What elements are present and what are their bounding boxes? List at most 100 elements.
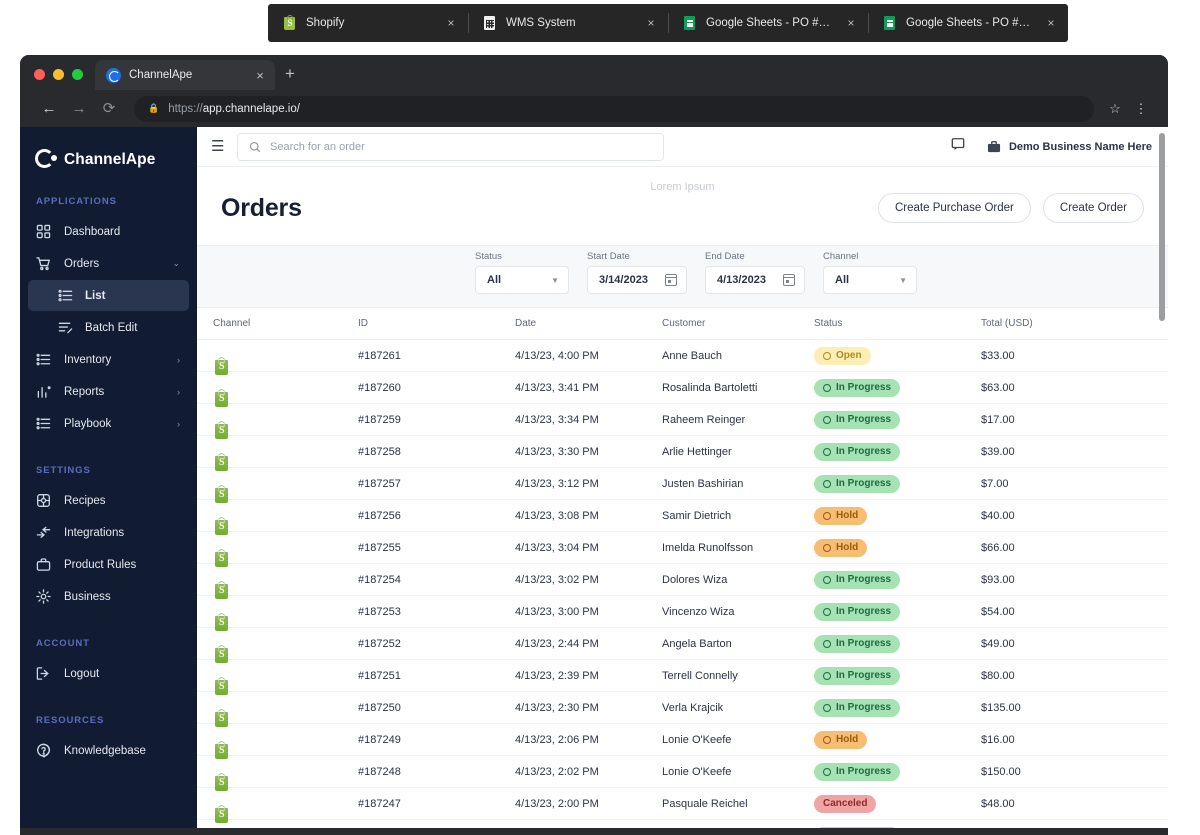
filter-start-date[interactable]: 3/14/2023 [587,266,687,294]
status-badge-label: In Progress [836,382,892,393]
sidebar-item-dashboard[interactable]: Dashboard [28,216,189,247]
cell-customer: Lonie O'Keefe [662,765,732,778]
reload-icon[interactable]: ⟳ [94,101,124,116]
cell-date: 4/13/23, 3:00 PM [515,605,599,618]
table-row[interactable]: #187252 4/13/23, 2:44 PM Angela Barton In P… [197,628,1168,663]
sidebar-nav: APPLICATIONS Dashboard Orders ⌄ List Batch Ed… [20,196,197,766]
minimize-window-button[interactable] [53,69,64,80]
app-switcher-tab[interactable]: Google Sheets - PO #835325 × [668,4,868,42]
watermark-text: Lorem Ipsum [650,181,715,193]
sidebar-item-business[interactable]: Business [28,581,189,612]
app-switcher-tab[interactable]: WMS System × [468,4,668,42]
close-icon[interactable]: × [253,69,267,82]
close-icon[interactable]: × [644,17,658,29]
status-badge: In Progress [814,570,901,589]
cell-total: $7.00 [981,477,1009,490]
sidebar-item-list[interactable]: List [28,280,189,311]
app-switcher-tab[interactable]: Google Sheets - PO #835325 × [868,4,1068,42]
cell-total: $48.00 [981,797,1015,810]
table-row[interactable]: #187253 4/13/23, 3:00 PM Vincenzo Wiza In P… [197,596,1168,631]
column-header-total-usd: Total (USD) [981,318,1033,329]
new-tab-button[interactable]: + [275,65,305,90]
status-dot-icon [823,351,831,360]
search-input[interactable]: Search for an order [237,132,664,161]
cell-status: Canceled [814,794,981,813]
google-sheets-icon [882,15,897,31]
sidebar-item-orders[interactable]: Orders ⌄ [28,248,189,279]
browser-tab-label: ChannelApe [129,69,193,81]
address-bar[interactable]: 🔒 https://app.channelape.io/ [134,95,1094,122]
google-sheets-icon [682,15,697,31]
status-badge: In Progress [814,666,901,685]
browser-menu-icon[interactable]: ⋮ [1128,101,1154,117]
sidebar-item-integrations[interactable]: Integrations [28,517,189,548]
app-logo[interactable]: ChannelApe [20,143,197,170]
table-row[interactable]: #187249 4/13/23, 2:06 PM Lonie O'Keefe Hold… [197,724,1168,759]
filter-channel[interactable]: All ▼ [823,266,917,294]
forward-icon[interactable]: → [64,101,94,116]
table-row[interactable]: #187254 4/13/23, 3:02 PM Dolores Wiza In Pr… [197,564,1168,599]
sidebar-item-knowledgebase[interactable]: Knowledgebase [28,735,189,766]
close-window-button[interactable] [34,69,45,80]
cell-date: 4/13/23, 3:02 PM [515,573,599,586]
sidebar-section-label: APPLICATIONS [36,196,117,207]
close-icon[interactable]: × [444,17,458,29]
table-row[interactable]: #187250 4/13/23, 2:30 PM Verla Krajcik In P… [197,692,1168,727]
table-row[interactable]: #187247 4/13/23, 2:00 PM Pasquale Reichel C… [197,788,1168,823]
table-row[interactable]: #187261 4/13/23, 4:00 PM Anne Bauch Open $33… [197,340,1168,375]
table-row[interactable]: #187259 4/13/23, 3:34 PM Raheem Reinger In … [197,404,1168,439]
table-row[interactable]: #187255 4/13/23, 3:04 PM Imelda Runolfsson… [197,532,1168,567]
status-dot-icon [823,735,831,744]
table-row[interactable]: #187257 4/13/23, 3:12 PM Justen Bashirian I… [197,468,1168,503]
filter-end-date[interactable]: 4/13/2023 [705,266,805,294]
sidebar-item-recipes[interactable]: Recipes [28,485,189,516]
sidebar-item-label: Inventory [64,353,112,366]
create-purchase-order-button[interactable]: Create Purchase Order [878,193,1031,223]
maximize-window-button[interactable] [72,69,83,80]
cell-status: Open [814,346,981,365]
create-order-button[interactable]: Create Order [1042,193,1144,223]
sidebar-item-reports[interactable]: Reports › [28,376,189,407]
business-selector[interactable]: Demo Business Name Here [987,140,1152,153]
table-row[interactable]: #187251 4/13/23, 2:39 PM Terrell Connelly I… [197,660,1168,695]
scrollbar-thumb[interactable] [1159,133,1165,321]
horizontal-scrollbar[interactable] [20,828,1168,835]
hamburger-icon[interactable]: ☰ [211,139,233,154]
cell-order-id: #187256 [358,509,401,522]
status-dot-icon [823,415,831,424]
status-badge: In Progress [814,410,901,429]
calendar-icon[interactable] [664,274,678,286]
filter-group-channel: Channel All ▼ [823,251,917,294]
gear-icon [36,588,52,605]
sidebar-item-product-rules[interactable]: Product Rules [28,549,189,580]
dashboard-icon [36,224,52,240]
cell-total: $93.00 [981,573,1015,586]
cell-date: 4/13/23, 2:06 PM [515,733,599,746]
back-icon[interactable]: ← [34,101,64,116]
cell-order-id: #187260 [358,381,401,394]
browser-tab-channelape[interactable]: ChannelApe × [95,60,275,90]
sidebar-item-playbook[interactable]: Playbook › [28,408,189,439]
cell-status: In Progress [814,602,981,621]
table-row[interactable]: #187256 4/13/23, 3:08 PM Samir Dietrich Hol… [197,500,1168,535]
filter-status[interactable]: All ▼ [475,266,569,294]
sidebar-item-logout[interactable]: Logout [28,658,189,689]
app-switcher-tab[interactable]: Shopify × [268,4,468,42]
app-switcher-tab-label: WMS System [506,17,576,29]
vertical-scrollbar[interactable] [1158,127,1166,835]
close-icon[interactable]: × [844,17,858,29]
table-row[interactable]: #187258 4/13/23, 3:30 PM Arlie Hettinger In… [197,436,1168,471]
briefcase-icon [987,141,1001,153]
search-icon [249,141,261,152]
chat-icon[interactable] [951,137,965,156]
calendar-icon[interactable] [782,274,796,286]
close-icon[interactable]: × [1044,17,1058,29]
bookmark-star-icon[interactable]: ☆ [1102,101,1128,117]
sidebar-item-batch-edit[interactable]: Batch Edit [28,312,189,343]
channelape-logo-icon [35,149,57,170]
cell-total: $66.00 [981,541,1015,554]
sidebar-item-inventory[interactable]: Inventory › [28,344,189,375]
table-row[interactable]: #187260 4/13/23, 3:41 PM Rosalinda Bartole… [197,372,1168,407]
table-row[interactable]: #187248 4/13/23, 2:02 PM Lonie O'Keefe In P… [197,756,1168,791]
app-header: ☰ Search for an order Demo Business Name… [197,127,1168,167]
